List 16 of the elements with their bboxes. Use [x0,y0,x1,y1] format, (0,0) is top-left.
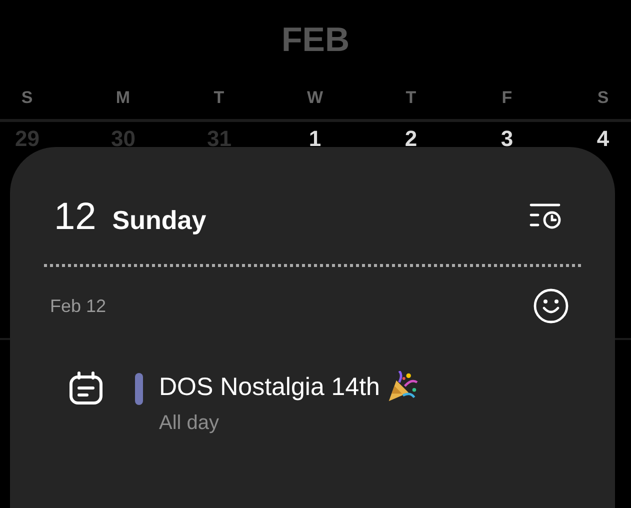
weekday-title: Sunday [112,205,206,236]
weekday-label: W [306,88,324,108]
month-title: FEB [282,21,350,59]
calendar-icon [68,371,104,405]
weekday-label: S [20,88,34,108]
date-label: Feb 12 [50,296,106,316]
weekday-label: S [596,88,610,108]
weekday-label: F [500,88,514,108]
day-number: 12 [54,195,96,239]
weekday-label: T [404,88,418,108]
weekday-label: T [212,88,226,108]
schedule-list-icon[interactable] [527,203,563,231]
event-title[interactable]: DOS Nostalgia 14th [159,368,380,406]
weekday-label: M [114,88,132,108]
event-time: All day [159,412,220,435]
smiley-icon[interactable] [533,288,569,324]
